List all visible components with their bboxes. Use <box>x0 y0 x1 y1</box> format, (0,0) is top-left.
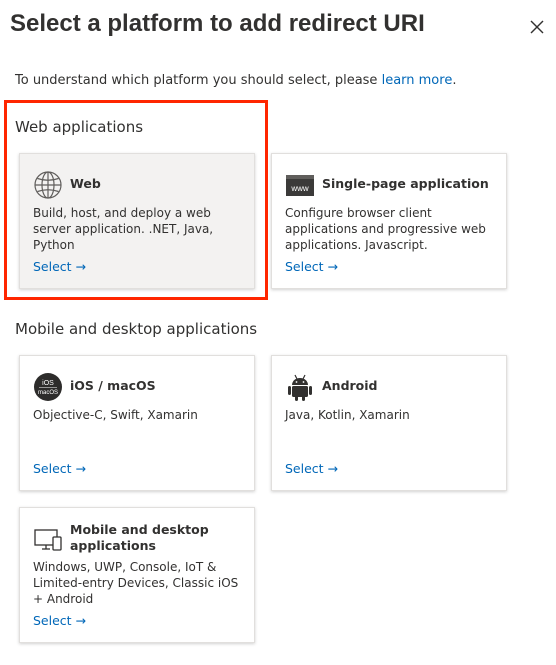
select-link-ios[interactable]: Select → <box>33 461 86 476</box>
card-description-spa: Configure browser client applications an… <box>285 206 486 252</box>
select-link-web[interactable]: Select → <box>33 259 86 274</box>
android-icon <box>288 374 312 401</box>
card-title-spa: Single-page application <box>322 176 489 191</box>
ios-icon-text: iOS <box>42 380 54 387</box>
platform-card-android[interactable]: Android Java, Kotlin, Xamarin Select → <box>271 355 507 491</box>
section-title-web: Web applications <box>15 118 144 136</box>
www-browser-icon: www <box>286 175 314 196</box>
intro-text-main: To understand which platform you should … <box>15 73 382 88</box>
learn-more-link[interactable]: learn more <box>382 73 453 88</box>
select-link-android[interactable]: Select → <box>285 461 338 476</box>
macos-icon-text: macOS <box>38 390 58 396</box>
section-title-mobile: Mobile and desktop applications <box>15 320 258 338</box>
intro-text-end: . <box>452 73 457 88</box>
globe-icon <box>34 171 62 199</box>
www-icon-text: www <box>290 184 309 193</box>
card-title-android: Android <box>322 378 378 393</box>
card-description-web: Build, host, and deploy a web server app… <box>33 206 214 252</box>
desktop-mobile-icon <box>34 529 62 551</box>
intro-text: To understand which platform you should … <box>15 73 456 88</box>
card-title-ios: iOS / macOS <box>70 378 156 393</box>
platform-card-ios[interactable]: iOS macOS iOS / macOS Objective-C, Swift… <box>19 355 255 491</box>
card-description-desktop: Windows, UWP, Console, IoT & Limited-ent… <box>33 560 239 606</box>
card-description-ios: Objective-C, Swift, Xamarin <box>33 408 198 422</box>
platform-card-desktop[interactable]: Mobile and desktop applications Windows,… <box>19 507 255 643</box>
dialog-title: Select a platform to add redirect URI <box>10 10 425 37</box>
close-icon <box>530 20 544 34</box>
close-button[interactable] <box>526 16 548 38</box>
select-link-spa[interactable]: Select → <box>285 259 338 274</box>
select-link-desktop[interactable]: Select → <box>33 613 86 628</box>
card-title-desktop: Mobile and desktop applications <box>70 522 209 553</box>
card-title-web: Web <box>70 176 101 191</box>
card-description-android: Java, Kotlin, Xamarin <box>285 408 410 422</box>
platform-card-spa[interactable]: www Single-page application Configure br… <box>271 153 507 289</box>
platform-card-web[interactable]: Web Build, host, and deploy a web server… <box>19 153 255 289</box>
ios-macos-icon: iOS macOS <box>34 373 62 401</box>
